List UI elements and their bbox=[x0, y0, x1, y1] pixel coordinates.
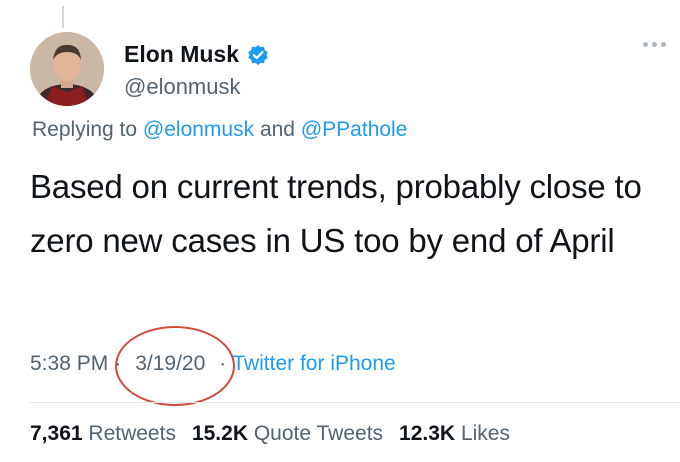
tweet-date-text: 3/19/20 bbox=[135, 352, 206, 375]
author-handle[interactable]: @elonmusk bbox=[124, 74, 241, 100]
reply-mention-link[interactable]: @elonmusk bbox=[143, 118, 254, 141]
verified-badge-icon bbox=[247, 44, 269, 66]
retweets-stat[interactable]: 7,361 Retweets bbox=[30, 422, 176, 446]
replying-prefix: Replying to bbox=[32, 118, 138, 141]
author-display-name[interactable]: Elon Musk bbox=[124, 41, 239, 68]
tweet-source-link[interactable]: Twitter for iPhone bbox=[232, 352, 395, 376]
quote-tweets-label: Quote Tweets bbox=[253, 422, 384, 445]
tweet-meta: 5:38 PM · 3/19/20 · Twitter for iPhone bbox=[30, 326, 396, 406]
quote-tweets-stat[interactable]: 15.2K Quote Tweets bbox=[192, 422, 383, 446]
divider bbox=[30, 402, 680, 403]
likes-count: 12.3K bbox=[399, 422, 456, 445]
tweet-date[interactable]: 3/19/20 bbox=[115, 326, 236, 406]
likes-label: Likes bbox=[460, 422, 510, 445]
replying-connector: and bbox=[259, 118, 295, 141]
engagement-stats: 7,361 Retweets 15.2K Quote Tweets 12.3K … bbox=[30, 422, 510, 446]
meta-separator: · bbox=[219, 352, 227, 375]
thread-connector-line bbox=[62, 6, 64, 28]
more-options-icon[interactable] bbox=[643, 42, 666, 47]
author-name-row: Elon Musk bbox=[124, 41, 269, 68]
avatar-image bbox=[30, 32, 104, 106]
likes-stat[interactable]: 12.3K Likes bbox=[399, 422, 510, 446]
reply-mention-link[interactable]: @PPathole bbox=[301, 118, 408, 141]
quote-tweets-count: 15.2K bbox=[191, 422, 248, 445]
avatar[interactable] bbox=[30, 32, 104, 106]
tweet-text: Based on current trends, probably close … bbox=[30, 168, 642, 259]
retweets-label: Retweets bbox=[88, 422, 176, 445]
retweets-count: 7,361 bbox=[30, 422, 83, 445]
replying-to-line: Replying to @elonmusk and @PPathole bbox=[32, 118, 407, 142]
tweet-time[interactable]: 5:38 PM bbox=[30, 352, 108, 376]
meta-separator: · bbox=[114, 352, 122, 375]
